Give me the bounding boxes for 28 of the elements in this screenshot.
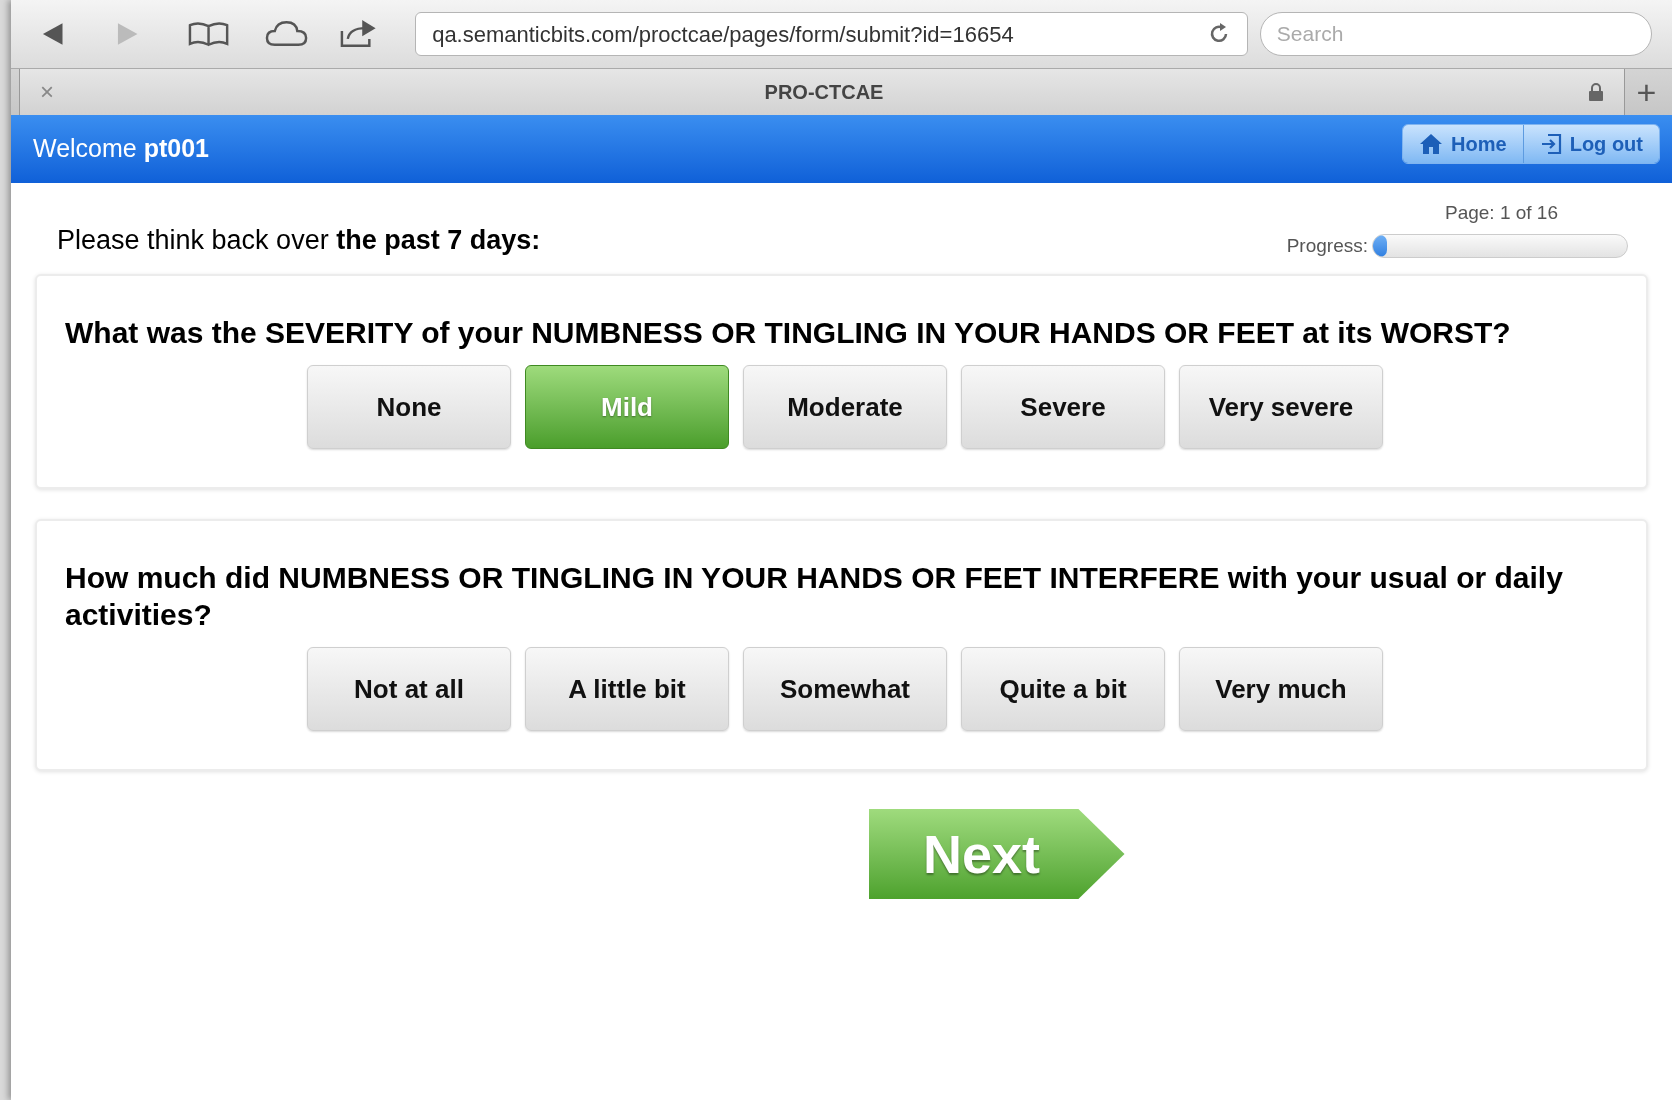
home-button[interactable]: Home xyxy=(1403,125,1523,163)
question-text: What was the SEVERITY of your NUMBNESS OR TINGLING IN YOUR HANDS OR FEET at its WORST? xyxy=(65,315,1512,351)
browser-tab[interactable]: × PRO-CTCAE xyxy=(19,69,1624,115)
answer-option[interactable]: None xyxy=(307,365,511,449)
logout-button[interactable]: Log out xyxy=(1522,125,1659,163)
progress-label: Progress: xyxy=(1286,233,1368,258)
page-indicator: Page: 1 of 16 xyxy=(1444,201,1558,225)
lock-icon xyxy=(1588,83,1604,101)
answer-option[interactable]: Severe xyxy=(961,365,1165,449)
question-text: How much did NUMBNESS OR TINGLING IN YOUR HANDS OR FEET INTERFERE with your usual or daily activities? xyxy=(65,560,1564,633)
house-icon xyxy=(1419,133,1444,155)
search-field[interactable]: Search xyxy=(1259,12,1652,56)
answer-option[interactable]: A little bit xyxy=(525,647,729,731)
url-field[interactable]: qa.semanticbits.com/proctcae/pages/form/submit?id=16654 xyxy=(415,12,1248,56)
answer-option[interactable]: Moderate xyxy=(743,365,947,449)
answer-option[interactable]: Not at all xyxy=(307,647,511,731)
answer-option[interactable]: Somewhat xyxy=(743,647,947,731)
url-text: qa.semanticbits.com/proctcae/pages/form/submit?id=16654 xyxy=(432,20,1015,49)
answer-option[interactable]: Very severe xyxy=(1179,365,1383,449)
answer-option[interactable]: Very much xyxy=(1179,647,1383,731)
answer-option[interactable]: Quite a bit xyxy=(961,647,1165,731)
cloud-icon[interactable] xyxy=(264,20,308,48)
exit-icon xyxy=(1539,133,1562,155)
share-icon[interactable] xyxy=(338,19,378,49)
book-icon[interactable] xyxy=(187,21,229,47)
welcome-text: Welcome pt001 xyxy=(33,133,209,165)
instruction-text: Please think back over the past 7 days: xyxy=(57,223,541,257)
tab-title: PRO-CTCAE xyxy=(763,80,885,105)
